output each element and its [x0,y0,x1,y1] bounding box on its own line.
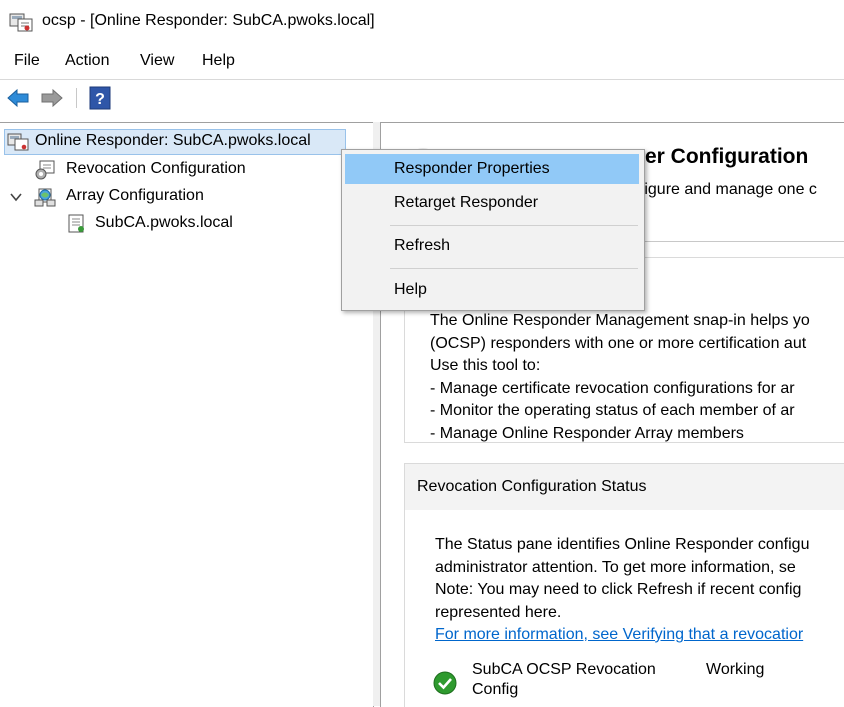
ocsp-app-icon [9,13,33,32]
tree-label-array: Array Configuration [66,187,204,204]
status-panel-header: Revocation Configuration Status [405,464,844,510]
status-text-line: administrator attention. To get more inf… [435,558,796,576]
revocation-config-name-line1: SubCA OCSP Revocation [472,661,656,678]
tree-label-root: Online Responder: SubCA.pwoks.local [35,132,311,149]
menu-separator [390,225,638,226]
menu-item-refresh[interactable]: Refresh [345,231,639,261]
window-title: ocsp - [Online Responder: SubCA.pwoks.lo… [42,12,375,29]
menu-file[interactable]: File [14,52,40,70]
status-panel-title: Revocation Configuration Status [417,478,647,495]
menu-action[interactable]: Action [65,52,109,70]
title-bar: ocsp - [Online Responder: SubCA.pwoks.lo… [0,0,844,44]
overview-line: (OCSP) responders with one or more certi… [430,334,807,352]
menu-separator [390,268,638,269]
content-subtitle: nfigure and manage one c [631,181,817,198]
more-info-link[interactable]: For more information, see Verifying that… [435,624,803,647]
online-responder-icon [7,133,29,151]
menu-help[interactable]: Help [202,52,235,70]
revocation-configuration-icon [35,160,55,180]
forward-arrow-icon[interactable] [40,86,64,110]
status-text-line: represented here. [435,603,562,621]
overview-line: The Online Responder Management snap-in … [430,312,810,329]
overview-line: - Monitor the operating status of each m… [430,402,795,419]
menu-separator [0,79,844,80]
svg-text:?: ? [95,91,105,108]
console-tree: Online Responder: SubCA.pwoks.local Revo… [0,122,374,707]
status-text-line: The Status pane identifies Online Respon… [435,536,810,553]
menu-item-label: Responder Properties [394,160,550,177]
array-member-icon [68,214,84,233]
menu-item-responder-properties[interactable]: Responder Properties [345,154,639,184]
menu-item-label: Refresh [394,237,451,254]
tree-label-member: SubCA.pwoks.local [95,214,233,231]
toolbar-divider [76,88,77,108]
menu-item-label: Retarget Responder [394,194,539,211]
chevron-down-icon[interactable] [10,191,22,203]
overview-line: Use this tool to: [430,357,541,374]
revocation-config-status: Working [706,661,765,678]
toolbar: ? [0,82,844,114]
tree-item-subca-member[interactable]: SubCA.pwoks.local [66,212,266,236]
back-arrow-icon[interactable] [6,86,30,110]
help-icon[interactable]: ? [88,86,112,110]
tree-item-online-responder[interactable]: Online Responder: SubCA.pwoks.local [4,129,346,155]
menu-bar: File Action View Help [0,46,844,78]
status-text-line: Note: You may need to click Refresh if r… [435,581,802,598]
menu-view[interactable]: View [140,52,174,70]
menu-item-label: Help [394,281,427,298]
check-ok-icon [433,671,457,695]
revocation-config-name[interactable]: SubCA OCSP Revocation Config [472,660,656,700]
tree-item-revocation-configuration[interactable]: Revocation Configuration [34,158,294,182]
tree-item-array-configuration[interactable]: Array Configuration [34,185,284,209]
menu-item-retarget-responder[interactable]: Retarget Responder [345,188,639,218]
tree-label-revocation: Revocation Configuration [66,160,246,177]
menu-item-help[interactable]: Help [345,275,639,305]
revocation-status-panel: Revocation Configuration Status The Stat… [404,463,844,707]
context-menu: Responder Properties Retarget Responder … [341,149,645,311]
overview-line: - Manage Online Responder Array members [430,424,744,442]
content-title: er Configuration [645,145,809,168]
revocation-config-name-line2: Config [472,681,519,698]
overview-line: - Manage certificate revocation configur… [430,379,795,397]
array-configuration-icon [34,188,56,207]
